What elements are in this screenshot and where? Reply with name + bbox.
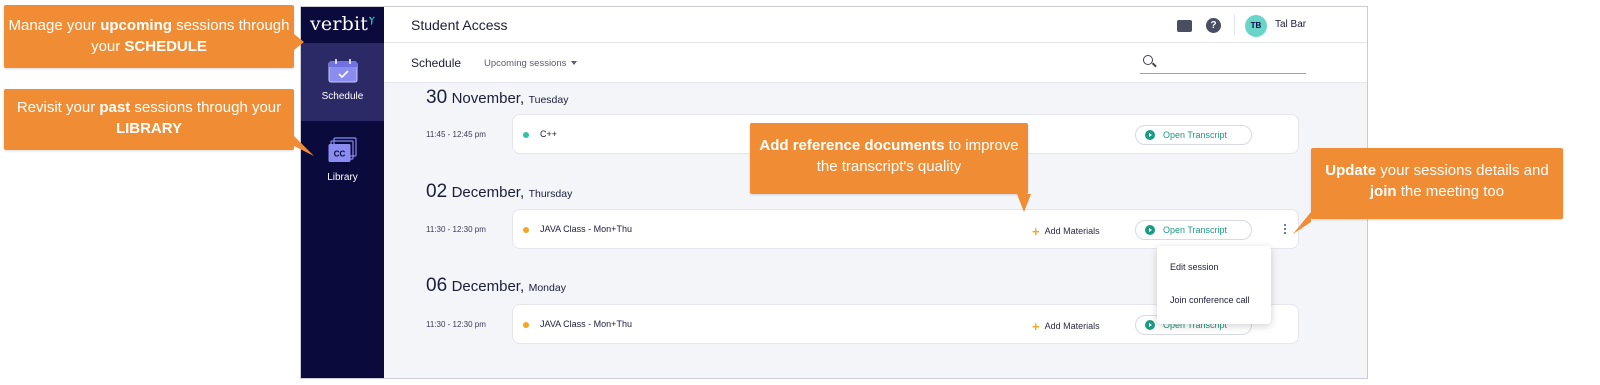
add-materials-label: Add Materials — [1044, 226, 1100, 236]
callout-text: Revisit your — [16, 99, 100, 116]
callout-pointer — [1293, 212, 1311, 234]
callout-text: the meeting too — [1396, 183, 1505, 200]
session-title: JAVA Class - Mon+Thu — [540, 319, 632, 329]
date-month: November, — [451, 90, 525, 107]
session-time: 11:30 - 12:30 pm — [426, 320, 486, 329]
callout-bold: LIBRARY — [115, 120, 183, 137]
page-title: Student Access — [411, 17, 508, 33]
library-cc-icon: CC — [328, 137, 357, 162]
sidebar-item-library[interactable]: CC Library — [301, 121, 384, 199]
menu-item-edit-session[interactable]: Edit session — [1170, 262, 1219, 272]
status-dot — [523, 227, 529, 233]
callout-reference-documents: Add reference documents to improve the t… — [750, 123, 1028, 194]
callout-bold: upcoming — [100, 17, 172, 34]
callout-pointer — [1017, 194, 1031, 212]
callout-text: your sessions details and — [1376, 162, 1549, 179]
filter-dropdown[interactable]: Upcoming sessions — [484, 58, 578, 69]
tab-schedule[interactable]: Schedule — [411, 56, 461, 70]
callout-update: Update your sessions details and join th… — [1311, 148, 1563, 219]
sub-toolbar: Schedule Upcoming sessions — [384, 43, 1367, 83]
date-weekday: Monday — [528, 282, 566, 294]
open-transcript-button[interactable]: Open Transcript — [1135, 220, 1252, 240]
plus-icon: + — [1032, 224, 1040, 239]
date-heading: 06 December, Monday — [426, 275, 566, 297]
callout-bold: Add reference documents — [759, 137, 945, 154]
filter-dropdown-value: Upcoming sessions — [484, 58, 567, 69]
play-icon — [1145, 130, 1155, 140]
play-icon — [1145, 225, 1155, 235]
more-options-icon[interactable] — [1283, 222, 1287, 236]
chevron-down-icon — [571, 61, 578, 66]
date-day-number: 06 — [426, 275, 448, 296]
callout-bold: SCHEDULE — [124, 38, 207, 55]
session-card[interactable]: JAVA Class - Mon+Thu + Add Materials Open… — [512, 209, 1299, 249]
session-time: 11:30 - 12:30 pm — [426, 225, 486, 234]
chat-icon[interactable] — [1177, 20, 1192, 32]
add-materials-button[interactable]: + Add Materials — [1032, 224, 1100, 239]
callout-bold: join — [1369, 183, 1397, 200]
open-transcript-label: Open Transcript — [1163, 225, 1228, 235]
date-month: December, — [451, 278, 525, 295]
callout-pointer — [294, 136, 314, 156]
session-title: JAVA Class - Mon+Thu — [540, 224, 632, 234]
session-context-menu: Edit session Join conference call — [1157, 246, 1271, 324]
svg-text:CC: CC — [334, 150, 346, 159]
verbit-logo: verbit — [310, 13, 369, 35]
open-transcript-button[interactable]: Open Transcript — [1135, 125, 1252, 145]
date-weekday: Thursday — [528, 188, 573, 200]
play-icon — [1145, 320, 1155, 330]
callout-text: sessions through your — [130, 99, 282, 116]
top-bar: Student Access ? TB Tal Bar — [384, 7, 1367, 43]
session-title: C++ — [540, 129, 558, 139]
callout-bold: Update — [1325, 162, 1377, 179]
date-heading: 02 December, Thursday — [426, 181, 572, 203]
plus-icon: + — [1032, 319, 1040, 334]
logo-mark-icon: ⲩ — [369, 13, 375, 25]
status-dot — [523, 132, 529, 138]
sidebar-item-schedule[interactable]: Schedule — [301, 43, 384, 121]
sidebar-item-label: Library — [327, 172, 358, 183]
search-icon — [1143, 55, 1153, 65]
open-transcript-label: Open Transcript — [1163, 130, 1228, 140]
session-time: 11:45 - 12:45 pm — [426, 130, 486, 139]
date-weekday: Tuesday — [528, 94, 569, 106]
search-input[interactable] — [1140, 53, 1306, 74]
status-dot — [523, 322, 529, 328]
callout-pointer — [294, 34, 304, 50]
calendar-icon — [328, 59, 358, 83]
avatar[interactable]: TB — [1245, 15, 1267, 37]
date-day-number: 02 — [426, 181, 448, 202]
callout-schedule: Manage your upcoming sessions through yo… — [4, 5, 294, 68]
date-heading: 30 November, Tuesday — [426, 87, 568, 109]
divider — [1234, 15, 1235, 35]
help-icon[interactable]: ? — [1206, 18, 1221, 33]
screenshot-canvas: verbit ⲩ Schedule CC Library Student Acc… — [0, 0, 1600, 385]
add-materials-button[interactable]: + Add Materials — [1032, 319, 1100, 334]
add-materials-label: Add Materials — [1044, 321, 1100, 331]
callout-text: Manage your — [8, 17, 101, 34]
sidebar-item-label: Schedule — [321, 91, 364, 102]
date-month: December, — [451, 184, 525, 201]
callout-bold: past — [99, 99, 131, 116]
user-name[interactable]: Tal Bar — [1275, 19, 1306, 30]
menu-item-join-conference-call[interactable]: Join conference call — [1170, 295, 1250, 305]
date-day-number: 30 — [426, 87, 448, 108]
callout-library: Revisit your past sessions through your … — [4, 89, 294, 150]
sidebar: verbit ⲩ Schedule CC Library — [301, 7, 384, 378]
